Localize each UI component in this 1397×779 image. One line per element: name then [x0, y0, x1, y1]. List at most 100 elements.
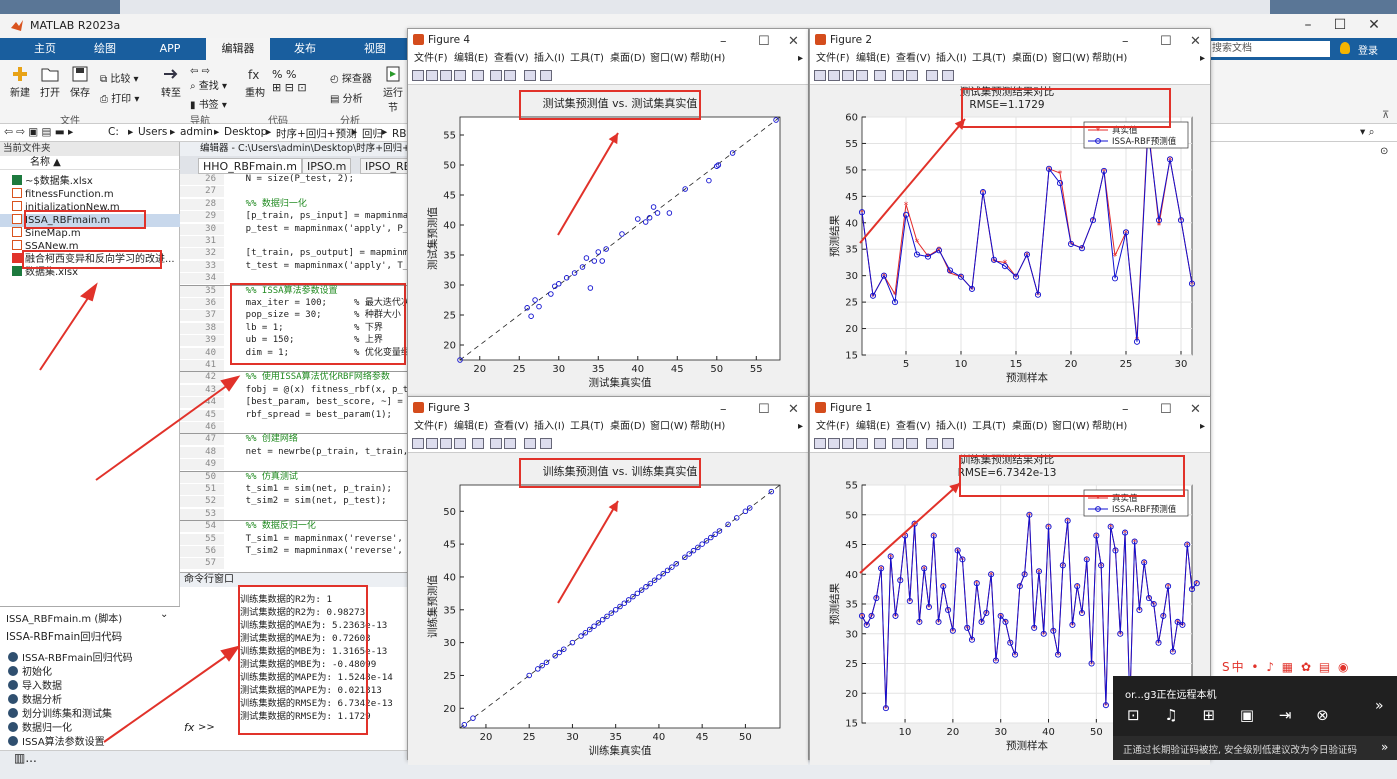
- expand-chevron-icon[interactable]: »: [1375, 698, 1384, 714]
- x-tick-label: 35: [592, 364, 605, 375]
- maximize-button[interactable]: ☐: [1160, 399, 1172, 421]
- menu-item[interactable]: 查看(V): [494, 51, 529, 67]
- menu-overflow-icon[interactable]: ▸: [1200, 419, 1205, 435]
- save-icon[interactable]: [440, 438, 452, 449]
- menu-item[interactable]: 编辑(E): [454, 419, 488, 435]
- y-tick-label: 20: [845, 689, 858, 700]
- minimize-button[interactable]: –: [1122, 31, 1129, 53]
- y-tick-label: 60: [845, 113, 858, 124]
- menu-item[interactable]: 帮助(H): [1092, 51, 1127, 67]
- link-icon[interactable]: [874, 70, 886, 81]
- menu-item[interactable]: 桌面(D): [610, 51, 646, 67]
- figure-window-4[interactable]: Figure 4 – ☐ ✕ 文件(F) 编辑(E) 查看(V) 插入(I) 工具(T) 桌面(D…: [407, 28, 809, 397]
- close-button[interactable]: ✕: [1190, 399, 1201, 421]
- print-icon[interactable]: [856, 438, 868, 449]
- menu-item[interactable]: 帮助(H): [690, 419, 725, 435]
- menu-item[interactable]: 查看(V): [896, 419, 931, 435]
- menu-item[interactable]: 帮助(H): [690, 51, 725, 67]
- figure-window-2[interactable]: Figure 2 – ☐ ✕ 文件(F) 编辑(E) 查看(V) 插入(I) 工具(T) 桌面(D…: [809, 28, 1211, 397]
- tile-icon[interactable]: [892, 70, 904, 81]
- menu-item[interactable]: 插入(I): [936, 51, 967, 67]
- tile-icon[interactable]: [892, 438, 904, 449]
- print-icon[interactable]: [856, 70, 868, 81]
- menu-item[interactable]: 工具(T): [570, 51, 604, 67]
- link-icon[interactable]: [472, 438, 484, 449]
- minimize-button[interactable]: –: [720, 399, 727, 421]
- open-icon[interactable]: [828, 70, 840, 81]
- menu-item[interactable]: 窗口(W): [650, 51, 688, 67]
- pointer-icon[interactable]: [926, 438, 938, 449]
- notification-toolbar-icons[interactable]: ⊡ ♫ ⊞ ▣ ⇥ ⊗: [1127, 706, 1339, 724]
- legend-label: ISSA-RBF预测值: [1112, 136, 1177, 147]
- legend-icon[interactable]: [906, 70, 918, 81]
- legend-icon[interactable]: [906, 438, 918, 449]
- menu-item[interactable]: 帮助(H): [1092, 419, 1127, 435]
- inspector-icon[interactable]: [942, 70, 954, 81]
- open-icon[interactable]: [426, 438, 438, 449]
- open-icon[interactable]: [828, 438, 840, 449]
- menu-item[interactable]: 插入(I): [534, 419, 565, 435]
- menu-item[interactable]: 文件(F): [414, 419, 448, 435]
- figure-window-3[interactable]: Figure 3 – ☐ ✕ 文件(F) 编辑(E) 查看(V) 插入(I) 工具(T) 桌面(D…: [407, 396, 809, 765]
- menu-item[interactable]: 插入(I): [534, 51, 565, 67]
- menu-item[interactable]: 查看(V): [896, 51, 931, 67]
- minimize-button[interactable]: –: [1122, 399, 1129, 421]
- legend-icon[interactable]: [504, 70, 516, 81]
- menu-item[interactable]: 窗口(W): [650, 419, 688, 435]
- menu-item[interactable]: 窗口(W): [1052, 419, 1090, 435]
- open-icon[interactable]: [426, 70, 438, 81]
- print-icon[interactable]: [454, 438, 466, 449]
- menu-item[interactable]: 桌面(D): [1012, 419, 1048, 435]
- menu-item[interactable]: 工具(T): [972, 419, 1006, 435]
- inspector-icon[interactable]: [540, 70, 552, 81]
- menu-overflow-icon[interactable]: ▸: [1200, 51, 1205, 67]
- minimize-button[interactable]: –: [720, 31, 727, 53]
- menu-item[interactable]: 窗口(W): [1052, 51, 1090, 67]
- chart-title: 测试集预测值 vs. 测试集真实值: [543, 96, 698, 110]
- menu-item[interactable]: 桌面(D): [1012, 51, 1048, 67]
- close-button[interactable]: ✕: [788, 31, 799, 53]
- x-tick-label: 20: [480, 732, 493, 743]
- new-figure-icon[interactable]: [412, 70, 424, 81]
- save-icon[interactable]: [842, 70, 854, 81]
- link-icon[interactable]: [874, 438, 886, 449]
- menu-overflow-icon[interactable]: ▸: [798, 419, 803, 435]
- menu-item[interactable]: 编辑(E): [856, 419, 890, 435]
- menu-item[interactable]: 编辑(E): [454, 51, 488, 67]
- notification-arrow-icon[interactable]: »: [1381, 740, 1388, 754]
- new-figure-icon[interactable]: [814, 438, 826, 449]
- menu-item[interactable]: 桌面(D): [610, 419, 646, 435]
- menu-item[interactable]: 文件(F): [816, 51, 850, 67]
- menu-item[interactable]: 文件(F): [816, 419, 850, 435]
- pointer-icon[interactable]: [926, 70, 938, 81]
- remote-control-notification[interactable]: or...g3正在远程本机 ⊡ ♫ ⊞ ▣ ⇥ ⊗ » 正通过长期验证码被控, …: [1113, 676, 1397, 760]
- close-button[interactable]: ✕: [788, 399, 799, 421]
- menu-item[interactable]: 插入(I): [936, 419, 967, 435]
- inspector-icon[interactable]: [540, 438, 552, 449]
- menu-item[interactable]: 编辑(E): [856, 51, 890, 67]
- pointer-icon[interactable]: [524, 70, 536, 81]
- ime-toolbar[interactable]: S中 • ♪ ▦ ✿ ▤ ◉: [1222, 658, 1350, 676]
- pointer-icon[interactable]: [524, 438, 536, 449]
- x-tick-label: 55: [750, 364, 763, 375]
- menu-item[interactable]: 文件(F): [414, 51, 448, 67]
- save-icon[interactable]: [842, 438, 854, 449]
- menu-overflow-icon[interactable]: ▸: [798, 51, 803, 67]
- inspector-icon[interactable]: [942, 438, 954, 449]
- menu-item[interactable]: 工具(T): [570, 419, 604, 435]
- save-icon[interactable]: [440, 70, 452, 81]
- y-axis-label: 预测结果: [828, 583, 841, 625]
- tile-icon[interactable]: [490, 70, 502, 81]
- menu-item[interactable]: 工具(T): [972, 51, 1006, 67]
- menu-item[interactable]: 查看(V): [494, 419, 529, 435]
- link-icon[interactable]: [472, 70, 484, 81]
- maximize-button[interactable]: ☐: [758, 399, 770, 421]
- print-icon[interactable]: [454, 70, 466, 81]
- new-figure-icon[interactable]: [814, 70, 826, 81]
- new-figure-icon[interactable]: [412, 438, 424, 449]
- close-button[interactable]: ✕: [1190, 31, 1201, 53]
- maximize-button[interactable]: ☐: [758, 31, 770, 53]
- tile-icon[interactable]: [490, 438, 502, 449]
- maximize-button[interactable]: ☐: [1160, 31, 1172, 53]
- legend-icon[interactable]: [504, 438, 516, 449]
